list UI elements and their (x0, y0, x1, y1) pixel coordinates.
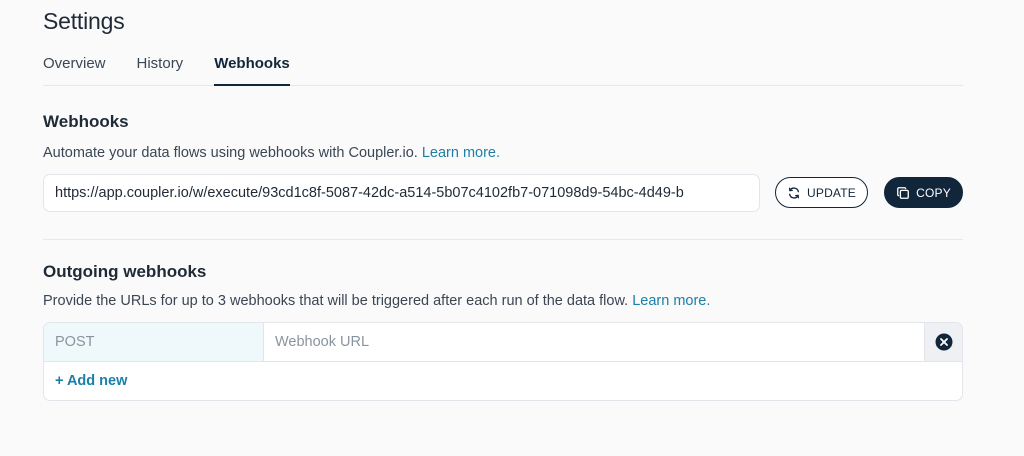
tab-webhooks[interactable]: Webhooks (214, 54, 290, 86)
tab-history[interactable]: History (137, 54, 184, 86)
copy-button[interactable]: COPY (884, 177, 963, 208)
page-title: Settings (43, 8, 125, 34)
copy-icon (897, 186, 909, 199)
webhooks-description: Automate your data flows using webhooks … (43, 145, 500, 161)
webhooks-section-title: Webhooks (43, 112, 129, 131)
webhooks-description-text: Automate your data flows using webhooks … (43, 145, 418, 161)
add-new-webhook-link[interactable]: + Add new (55, 373, 127, 389)
webhook-url-input[interactable] (264, 323, 924, 361)
copy-button-label: COPY (916, 185, 951, 200)
section-divider (43, 239, 963, 240)
close-circle-icon (935, 333, 952, 351)
webhook-method-select[interactable]: POST (44, 323, 264, 361)
tab-bar: Overview History Webhooks (43, 54, 963, 86)
remove-webhook-button[interactable] (924, 323, 962, 361)
webhook-row: POST (44, 323, 962, 362)
tab-overview[interactable]: Overview (43, 54, 106, 86)
outgoing-webhooks-description: Provide the URLs for up to 3 webhooks th… (43, 293, 710, 309)
update-button-label: UPDATE (807, 185, 856, 200)
outgoing-webhooks-table: POST + Add new (43, 322, 963, 401)
webhook-url-field[interactable]: https://app.coupler.io/w/execute/93cd1c8… (43, 174, 760, 212)
outgoing-webhooks-title: Outgoing webhooks (43, 262, 207, 281)
outgoing-learn-more-link[interactable]: Learn more. (632, 293, 710, 309)
outgoing-description-text: Provide the URLs for up to 3 webhooks th… (43, 293, 629, 309)
webhooks-learn-more-link[interactable]: Learn more. (422, 145, 500, 161)
update-button[interactable]: UPDATE (775, 177, 868, 208)
settings-page: Settings Overview History Webhooks Webho… (0, 0, 1024, 456)
refresh-icon (788, 186, 800, 199)
